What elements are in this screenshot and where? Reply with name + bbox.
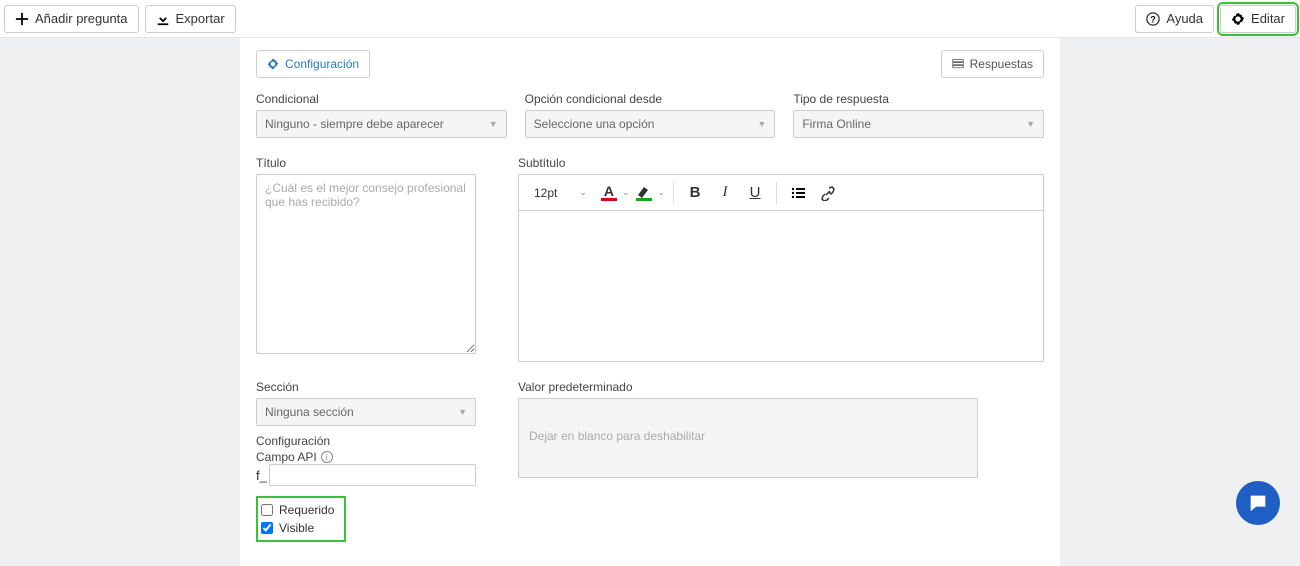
- edit-label: Editar: [1251, 11, 1285, 26]
- default-value-label: Valor predeterminado: [518, 380, 1044, 394]
- chevron-down-icon: ▼: [458, 407, 467, 417]
- help-button[interactable]: ? Ayuda: [1135, 5, 1214, 33]
- api-field-input[interactable]: [269, 464, 476, 486]
- info-icon[interactable]: i: [321, 451, 333, 463]
- table-icon: [952, 58, 964, 70]
- highlight-color-bar: [636, 198, 652, 201]
- separator: [776, 182, 777, 204]
- field-response-type: Tipo de respuesta Firma Online ▼: [793, 92, 1044, 138]
- add-question-label: Añadir pregunta: [35, 11, 128, 26]
- chevron-down-icon: ▼: [489, 119, 498, 129]
- plus-icon: [15, 12, 29, 26]
- svg-text:?: ?: [1151, 14, 1156, 24]
- chevron-down-icon: ▼: [757, 119, 766, 129]
- required-checkbox[interactable]: Requerido: [261, 501, 341, 519]
- tab-responses-label: Respuestas: [970, 57, 1033, 71]
- separator: [673, 182, 674, 204]
- title-textarea[interactable]: [256, 174, 476, 354]
- conditional-from-select[interactable]: Seleccione una opción ▼: [525, 110, 776, 138]
- field-conditional: Condicional Ninguno - siempre debe apare…: [256, 92, 507, 138]
- text-color-glyph: A: [604, 184, 614, 198]
- form-card: Configuración Respuestas Condicional Nin…: [240, 38, 1060, 566]
- bullet-list-button[interactable]: [785, 180, 811, 206]
- chevron-down-icon: ⌄: [579, 187, 587, 198]
- edit-button[interactable]: Editar: [1220, 5, 1296, 33]
- font-size-value: 12pt: [534, 186, 557, 200]
- export-button[interactable]: Exportar: [145, 5, 236, 33]
- section-select[interactable]: Ninguna sección ▼: [256, 398, 476, 426]
- list-icon: [790, 185, 806, 201]
- chevron-down-icon[interactable]: ⌄: [622, 187, 630, 198]
- export-label: Exportar: [176, 11, 225, 26]
- section-label: Sección: [256, 380, 476, 394]
- conditional-label: Condicional: [256, 92, 507, 106]
- tab-configuration[interactable]: Configuración: [256, 50, 370, 78]
- response-type-value: Firma Online: [802, 117, 871, 131]
- editor-toolbar: 12pt ⌄ A ⌄: [519, 175, 1043, 211]
- chevron-down-icon[interactable]: ⌄: [657, 187, 665, 198]
- text-color-bar: [601, 198, 617, 201]
- required-label: Requerido: [279, 503, 334, 517]
- text-color-button[interactable]: A: [598, 181, 620, 205]
- configuration-sublabel: Configuración: [256, 434, 476, 448]
- field-title: Título: [256, 156, 476, 362]
- visible-label: Visible: [279, 521, 314, 535]
- highlight-color-button[interactable]: [633, 181, 655, 205]
- section-value: Ninguna sección: [265, 405, 354, 419]
- page-background: Configuración Respuestas Condicional Nin…: [0, 38, 1300, 566]
- chevron-down-icon: ▼: [1026, 119, 1035, 129]
- conditional-from-value: Seleccione una opción: [534, 117, 655, 131]
- underline-button[interactable]: U: [742, 180, 768, 206]
- conditional-value: Ninguno - siempre debe aparecer: [265, 117, 444, 131]
- visibility-options: Requerido Visible: [256, 496, 346, 542]
- help-icon: ?: [1146, 12, 1160, 26]
- link-icon: [820, 185, 836, 201]
- help-label: Ayuda: [1166, 11, 1203, 26]
- field-conditional-from: Opción condicional desde Seleccione una …: [525, 92, 776, 138]
- response-type-select[interactable]: Firma Online ▼: [793, 110, 1044, 138]
- download-icon: [156, 12, 170, 26]
- default-value-placeholder: Dejar en blanco para deshabilitar: [529, 429, 705, 443]
- rich-text-editor: 12pt ⌄ A ⌄: [518, 174, 1044, 362]
- top-toolbar: Añadir pregunta Exportar ? Ayuda Editar: [0, 0, 1300, 38]
- response-type-label: Tipo de respuesta: [793, 92, 1044, 106]
- default-value-area[interactable]: Dejar en blanco para deshabilitar: [518, 398, 978, 478]
- chat-icon: [1247, 492, 1269, 514]
- required-checkbox-input[interactable]: [261, 504, 273, 516]
- tab-configuration-label: Configuración: [285, 57, 359, 71]
- italic-button[interactable]: I: [712, 180, 738, 206]
- visible-checkbox[interactable]: Visible: [261, 519, 341, 537]
- link-button[interactable]: [815, 180, 841, 206]
- subtitle-label: Subtítulo: [518, 156, 1044, 170]
- visible-checkbox-input[interactable]: [261, 522, 273, 534]
- chat-widget-button[interactable]: [1236, 481, 1280, 525]
- conditional-from-label: Opción condicional desde: [525, 92, 776, 106]
- api-prefix: f_: [256, 468, 267, 483]
- field-subtitle: Subtítulo 12pt ⌄ A ⌄: [518, 156, 1044, 362]
- api-field-label: Campo API: [256, 450, 317, 464]
- editor-body[interactable]: [519, 211, 1043, 361]
- bold-button[interactable]: B: [682, 180, 708, 206]
- title-label: Título: [256, 156, 476, 170]
- add-question-button[interactable]: Añadir pregunta: [4, 5, 139, 33]
- font-size-select[interactable]: 12pt ⌄: [525, 180, 594, 206]
- gear-icon: [1231, 12, 1245, 26]
- tab-responses[interactable]: Respuestas: [941, 50, 1044, 78]
- highlighter-icon: [636, 184, 652, 198]
- conditional-select[interactable]: Ninguno - siempre debe aparecer ▼: [256, 110, 507, 138]
- gear-icon: [267, 58, 279, 70]
